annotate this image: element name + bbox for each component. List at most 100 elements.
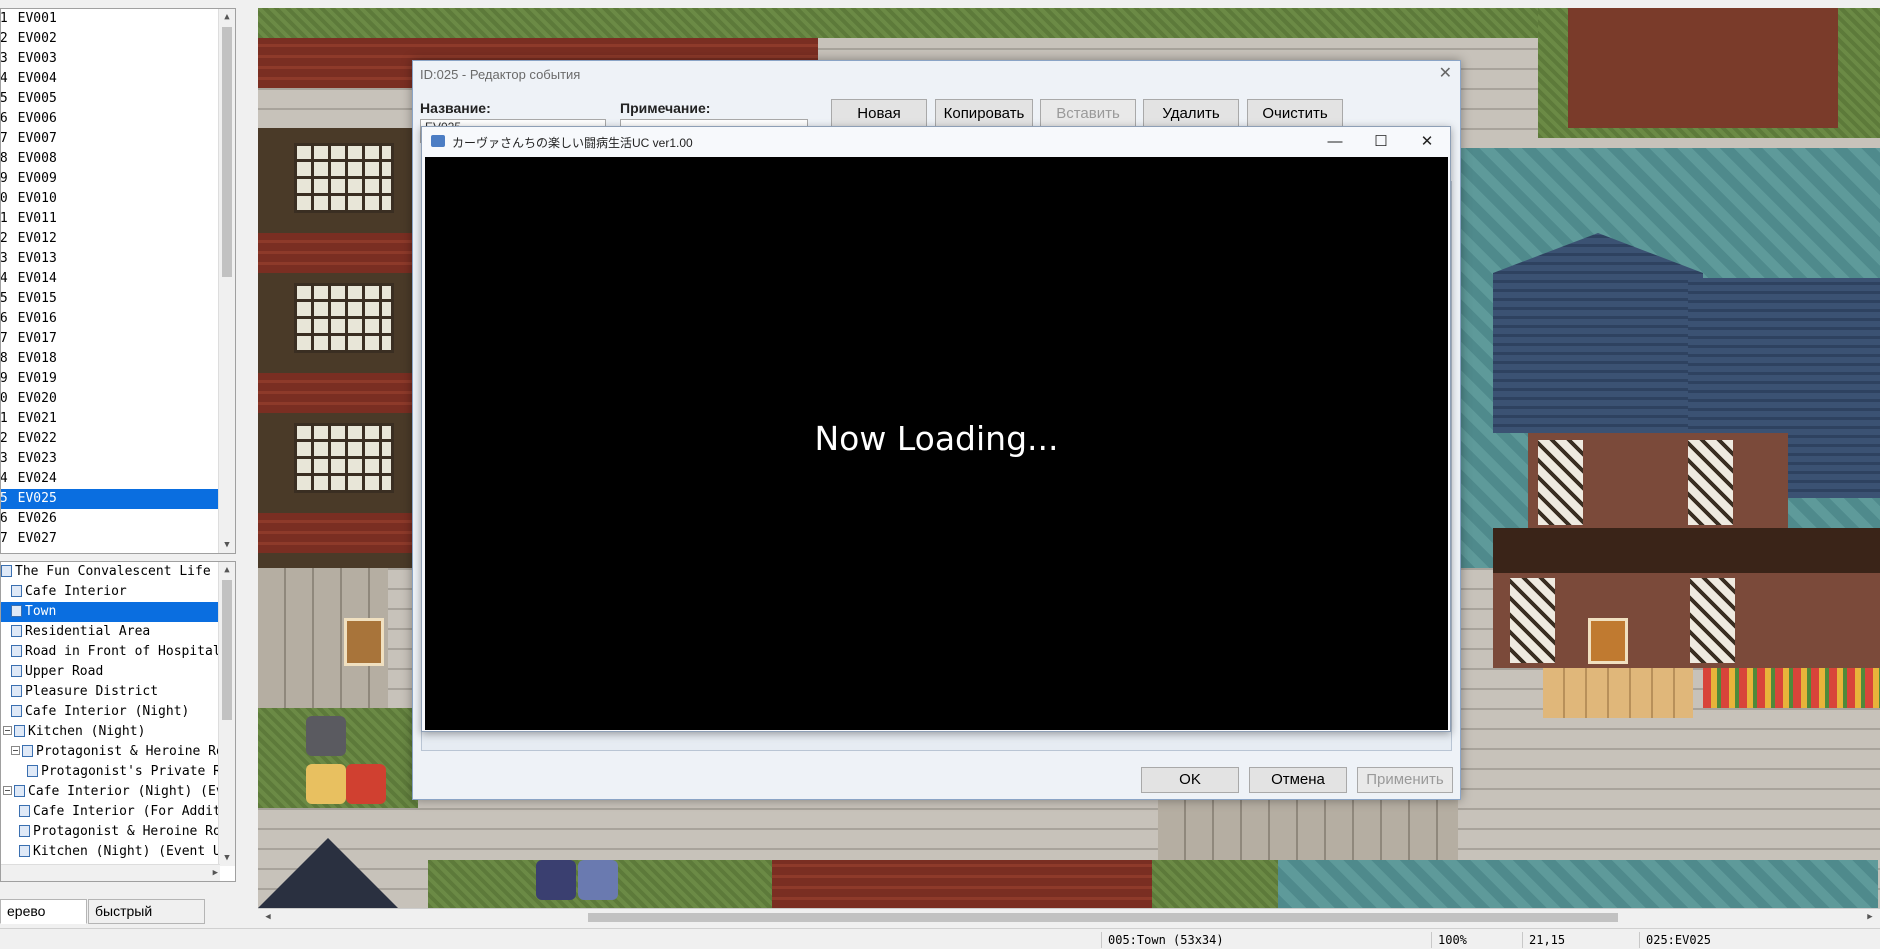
collapse-icon[interactable] bbox=[3, 786, 12, 795]
event-list-item[interactable]: 09 EV009 bbox=[1, 169, 235, 189]
map-tree-item[interactable]: Protagonist & Heroine Room ( bbox=[1, 742, 235, 762]
map-stonework bbox=[1543, 668, 1693, 718]
map-tree-item[interactable]: Town bbox=[1, 602, 235, 622]
map-tree-item[interactable]: Road in Front of Hospital bbox=[1, 642, 235, 662]
copy-page-button[interactable]: Копировать bbox=[935, 99, 1033, 129]
event-list-item[interactable]: 25 EV025 bbox=[1, 489, 235, 509]
character-sprite[interactable] bbox=[306, 716, 346, 756]
close-icon[interactable]: ✕ bbox=[1404, 129, 1450, 155]
map-tudor bbox=[1510, 578, 1555, 663]
event-list-item[interactable]: 22 EV022 bbox=[1, 429, 235, 449]
event-list-item[interactable]: 05 EV005 bbox=[1, 89, 235, 109]
map-tree[interactable]: The Fun Convalescent Life at th Cafe Inte… bbox=[0, 561, 236, 882]
event-list-scrollbar[interactable]: ▲ ▼ bbox=[218, 9, 235, 553]
event-list-item[interactable]: 08 EV008 bbox=[1, 149, 235, 169]
event-list-item[interactable]: 12 EV012 bbox=[1, 229, 235, 249]
map-tree-item[interactable]: Cafe Interior (Night) (Event bbox=[1, 782, 235, 802]
cancel-button[interactable]: Отмена bbox=[1249, 767, 1347, 793]
map-hscrollbar[interactable]: ◀ ▶ bbox=[258, 908, 1880, 925]
map-tree-item[interactable]: Protagonist & Heroine Room (N bbox=[1, 822, 235, 842]
map-icon bbox=[19, 845, 30, 857]
collapse-icon[interactable] bbox=[3, 726, 12, 735]
loading-text: Now Loading... bbox=[814, 419, 1059, 458]
maximize-icon[interactable]: ☐ bbox=[1358, 129, 1404, 155]
map-tree-item[interactable]: Kitchen (Night) bbox=[1, 722, 235, 742]
event-name: EV024 bbox=[17, 471, 57, 486]
scroll-thumb[interactable] bbox=[222, 580, 232, 720]
event-name: EV005 bbox=[17, 91, 57, 106]
event-list-item[interactable]: 03 EV003 bbox=[1, 49, 235, 69]
scroll-thumb[interactable] bbox=[222, 27, 232, 277]
map-tree-scrollbar[interactable]: ▲ ▼ bbox=[218, 562, 235, 866]
scroll-down-icon[interactable]: ▼ bbox=[219, 850, 235, 866]
event-list-item[interactable]: 13 EV013 bbox=[1, 249, 235, 269]
map-tree-item[interactable]: Cafe Interior bbox=[1, 582, 235, 602]
event-list-item[interactable]: 18 EV018 bbox=[1, 349, 235, 369]
character-sprite[interactable] bbox=[536, 860, 576, 900]
game-window: カーヴァさんちの楽しい闘病生活UC ver1.00 — ☐ ✕ Now Load… bbox=[421, 126, 1451, 732]
scroll-left-icon[interactable]: ◀ bbox=[260, 909, 276, 925]
map-tree-item[interactable]: Cafe Interior (Night) bbox=[1, 702, 235, 722]
event-list-item[interactable]: 26 EV026 bbox=[1, 509, 235, 529]
event-list-item[interactable]: 21 EV021 bbox=[1, 409, 235, 429]
map-roof bbox=[258, 513, 418, 553]
event-list-item[interactable]: 27 EV027 bbox=[1, 529, 235, 549]
ok-button[interactable]: OK bbox=[1141, 767, 1239, 793]
scroll-right-icon[interactable]: ▶ bbox=[213, 865, 218, 881]
scroll-thumb[interactable] bbox=[588, 913, 1618, 922]
event-list-item[interactable]: 19 EV019 bbox=[1, 369, 235, 389]
map-tree-hscrollbar[interactable]: ▶ bbox=[1, 864, 220, 881]
close-icon[interactable]: ✕ bbox=[1439, 63, 1452, 83]
event-list[interactable]: 01 EV001 02 EV002 03 EV003 04 EV004 05 EV005 06 EV0… bbox=[0, 8, 236, 554]
apply-button[interactable]: Применить bbox=[1357, 767, 1453, 793]
scroll-down-icon[interactable]: ▼ bbox=[219, 537, 235, 553]
event-id: 01 bbox=[1, 11, 8, 26]
map-roof bbox=[258, 233, 418, 273]
event-list-item[interactable]: 23 EV023 bbox=[1, 449, 235, 469]
scroll-up-icon[interactable]: ▲ bbox=[219, 9, 235, 25]
character-sprite[interactable] bbox=[306, 764, 346, 804]
event-name: EV026 bbox=[17, 511, 57, 526]
event-id: 20 bbox=[1, 391, 8, 406]
minimize-icon[interactable]: — bbox=[1312, 129, 1358, 155]
event-name: EV019 bbox=[17, 371, 57, 386]
map-tree-item[interactable]: Residential Area bbox=[1, 622, 235, 642]
event-list-item[interactable]: 14 EV014 bbox=[1, 269, 235, 289]
collapse-icon[interactable] bbox=[11, 746, 20, 755]
event-list-item[interactable]: 07 EV007 bbox=[1, 129, 235, 149]
map-tree-item[interactable]: The Fun Convalescent Life at th bbox=[1, 562, 235, 582]
event-list-item[interactable]: 16 EV016 bbox=[1, 309, 235, 329]
tab-quick-access[interactable]: быстрый доступ bbox=[88, 899, 205, 942]
map-flowers bbox=[1703, 668, 1880, 708]
event-list-item[interactable]: 15 EV015 bbox=[1, 289, 235, 309]
event-id: 25 bbox=[1, 491, 8, 506]
character-sprite[interactable] bbox=[578, 860, 618, 900]
clear-page-button[interactable]: Очистить bbox=[1247, 99, 1343, 129]
map-tree-item[interactable]: Cafe Interior (For Additiona bbox=[1, 802, 235, 822]
event-list-item[interactable]: 02 EV002 bbox=[1, 29, 235, 49]
paste-page-button[interactable]: Вставить bbox=[1040, 99, 1136, 129]
scroll-up-icon[interactable]: ▲ bbox=[219, 562, 235, 578]
game-screen[interactable]: Now Loading... bbox=[425, 157, 1448, 730]
event-list-item[interactable]: 11 EV011 bbox=[1, 209, 235, 229]
game-titlebar[interactable]: カーヴァさんちの楽しい闘病生活UC ver1.00 — ☐ ✕ bbox=[422, 127, 1450, 157]
scroll-right-icon[interactable]: ▶ bbox=[1862, 909, 1878, 925]
map-tree-item[interactable]: Kitchen (Night) (Event Use) bbox=[1, 842, 235, 862]
event-list-item[interactable]: 04 EV004 bbox=[1, 69, 235, 89]
tab-map-tree[interactable]: ерево карты bbox=[0, 899, 87, 942]
character-sprite[interactable] bbox=[346, 764, 386, 804]
event-list-item[interactable]: 24 EV024 bbox=[1, 469, 235, 489]
map-tree-item[interactable]: Pleasure District bbox=[1, 682, 235, 702]
map-tree-item[interactable]: Upper Road bbox=[1, 662, 235, 682]
event-id: 26 bbox=[1, 511, 8, 526]
map-icon bbox=[22, 745, 33, 757]
event-list-item[interactable]: 17 EV017 bbox=[1, 329, 235, 349]
event-list-item[interactable]: 06 EV006 bbox=[1, 109, 235, 129]
new-page-button[interactable]: Новая bbox=[831, 99, 927, 129]
map-tree-item[interactable]: Protagonist's Private Room bbox=[1, 762, 235, 782]
map-tree-label: Cafe Interior (Night) (Event bbox=[28, 784, 235, 799]
event-list-item[interactable]: 20 EV020 bbox=[1, 389, 235, 409]
event-list-item[interactable]: 10 EV010 bbox=[1, 189, 235, 209]
delete-page-button[interactable]: Удалить bbox=[1143, 99, 1239, 129]
event-list-item[interactable]: 01 EV001 bbox=[1, 9, 235, 29]
